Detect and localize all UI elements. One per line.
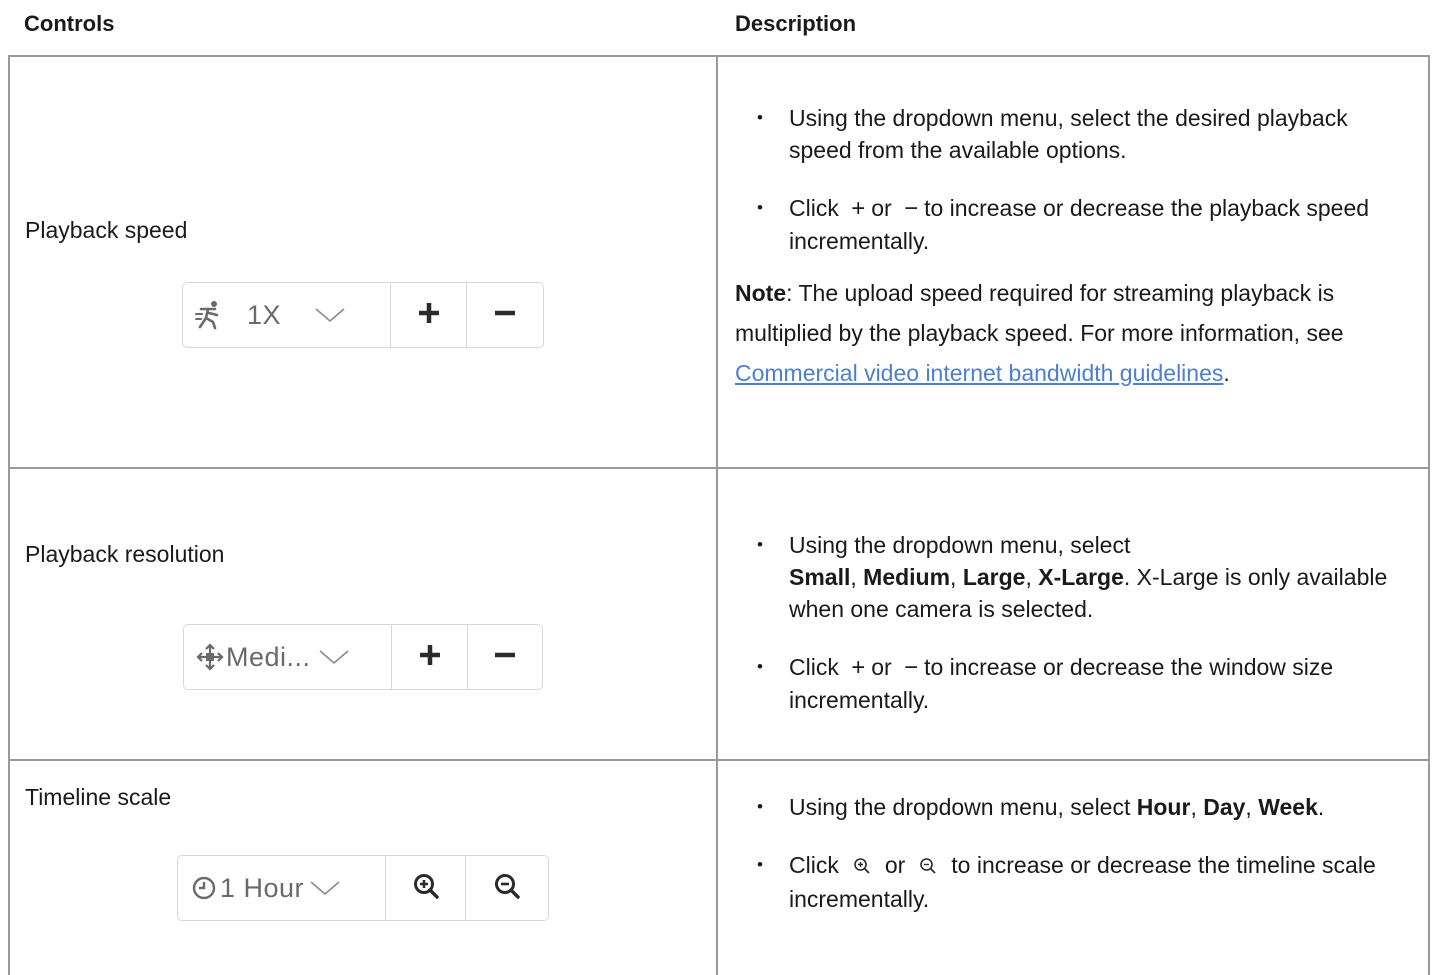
playback-speed-control: 1X	[182, 282, 544, 348]
timeline-scale-dropdown[interactable]: 1 Hour	[178, 856, 386, 920]
description-column-header: Description	[735, 11, 857, 36]
increase-resolution-button[interactable]	[392, 625, 468, 689]
bullet-text: Click	[789, 852, 839, 878]
description-content: Using the dropdown menu, select the desi…	[735, 102, 1416, 393]
table-row: Timeline scale 1 Hour • Using the dropdo…	[8, 759, 1430, 975]
timeline-scale-value: 1 Hour	[220, 872, 305, 903]
chevron-down-icon	[310, 880, 340, 896]
description-content: Using the dropdown menu, select Hour, Da…	[735, 791, 1416, 941]
option-day: Day	[1203, 794, 1246, 820]
control-label: Playback resolution	[25, 541, 225, 567]
bullet-text: or	[871, 654, 892, 680]
playback-speed-value: 1X	[247, 299, 282, 330]
zoom-in-icon	[413, 873, 439, 904]
option-week: Week	[1258, 794, 1318, 820]
option-large: Large	[962, 564, 1026, 590]
zoom-out-button[interactable]	[466, 856, 548, 920]
list-item: Click or	[735, 849, 1416, 915]
decrease-speed-button[interactable]	[467, 283, 543, 347]
control-label: Playback speed	[25, 217, 188, 243]
bullet-text: Using the dropdown menu, select the desi…	[789, 105, 1348, 163]
control-cell: Playback resolution Medi...	[8, 467, 718, 761]
increase-speed-button[interactable]	[391, 283, 467, 347]
option-small: Small	[789, 564, 851, 590]
minus-icon	[494, 302, 516, 329]
separator: ,	[1025, 564, 1032, 590]
minus-icon: −	[904, 654, 919, 681]
separator: ,	[850, 564, 857, 590]
bullet-list: Using the dropdown menu, select the desi…	[735, 102, 1416, 257]
bullet-list: Using the dropdown menu, select Small, Me…	[735, 529, 1416, 716]
control-cell: Playback speed 1X	[8, 55, 718, 469]
control-label: Timeline scale	[25, 784, 172, 810]
chevron-down-icon	[315, 307, 345, 323]
list-item: Using the dropdown menu, select the desi…	[735, 102, 1416, 166]
table-row: Playback resolution Medi... • Using the …	[8, 467, 1430, 761]
option-medium: Medium	[863, 564, 951, 590]
playback-resolution-control: Medi...	[183, 624, 543, 690]
page: Controls Description Playback speed 1X •…	[0, 0, 1433, 975]
controls-table: Playback speed 1X • Using the dropdown m…	[8, 55, 1430, 975]
list-item: Using the dropdown menu, select Hour, Da…	[735, 791, 1416, 823]
controls-column-header: Controls	[24, 11, 115, 36]
description-cell: Using the dropdown menu, select Hour, Da…	[716, 759, 1430, 975]
zoom-in-button[interactable]	[386, 856, 466, 920]
bandwidth-guidelines-link[interactable]: Commercial video internet bandwidth guid…	[735, 360, 1223, 386]
zoom-out-icon	[919, 851, 937, 883]
minus-icon: −	[904, 195, 919, 222]
playback-speed-dropdown[interactable]: 1X	[183, 283, 391, 347]
running-person-icon	[195, 300, 223, 330]
note-end: .	[1223, 360, 1230, 386]
plus-icon	[419, 644, 441, 671]
bullet-text: Click	[789, 654, 839, 680]
list-item: Using the dropdown menu, select Small, Me…	[735, 529, 1416, 625]
note-text: : The upload speed required for streamin…	[735, 280, 1344, 346]
note-paragraph: Note: The upload speed required for stre…	[735, 273, 1416, 393]
description-cell: Using the dropdown menu, select Small, Me…	[716, 467, 1430, 761]
control-cell: Timeline scale 1 Hour	[8, 759, 718, 975]
bullet-text: to increase or decrease the timeline sca…	[789, 852, 1376, 912]
description-content: Using the dropdown menu, select Small, Me…	[735, 529, 1416, 742]
description-cell: Using the dropdown menu, select the desi…	[716, 55, 1430, 469]
table-row: Playback speed 1X • Using the dropdown m…	[8, 55, 1430, 469]
minus-icon	[494, 644, 516, 671]
note-label: Note	[735, 280, 787, 306]
bullet-text: Click	[789, 195, 839, 221]
playback-resolution-value: Medi...	[226, 641, 311, 672]
playback-resolution-dropdown[interactable]: Medi...	[184, 625, 392, 689]
table-header: Controls Description	[8, 0, 1428, 50]
list-item: Click +or −to increase or decrease the p…	[735, 192, 1416, 257]
bullet-text: .	[1317, 794, 1325, 820]
clock-icon	[192, 876, 216, 900]
option-hour: Hour	[1136, 794, 1191, 820]
decrease-resolution-button[interactable]	[468, 625, 542, 689]
bullet-list: Using the dropdown menu, select Hour, Da…	[735, 791, 1416, 915]
bullet-text: or	[884, 852, 906, 878]
list-item: Click +or −to increase or decrease the w…	[735, 651, 1416, 716]
plus-icon: +	[851, 654, 866, 681]
zoom-in-icon	[853, 851, 871, 883]
zoom-out-icon	[494, 873, 520, 904]
chevron-down-icon	[319, 649, 349, 665]
bullet-text: or	[871, 195, 892, 221]
plus-icon	[418, 302, 440, 329]
option-x-large: X-Large	[1038, 564, 1124, 590]
separator: ,	[950, 564, 957, 590]
bullet-text: Using the dropdown menu, select	[789, 532, 1131, 558]
move-arrows-icon	[196, 643, 224, 671]
plus-icon: +	[851, 195, 866, 222]
bullet-text: Using the dropdown menu, select	[789, 794, 1131, 820]
timeline-scale-control: 1 Hour	[177, 855, 549, 921]
